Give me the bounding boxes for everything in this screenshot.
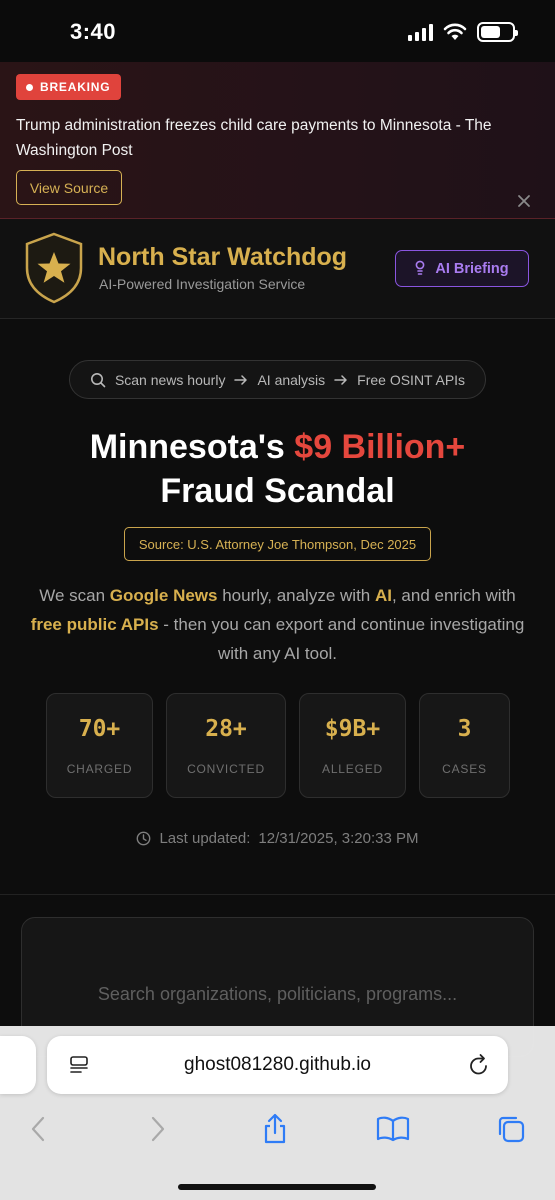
brand-subtitle: AI-Powered Investigation Service xyxy=(99,276,306,292)
share-icon xyxy=(264,1113,286,1144)
previous-tab[interactable] xyxy=(0,1036,36,1094)
shield-star-logo-icon xyxy=(25,232,83,304)
desc-highlight: AI xyxy=(374,586,392,605)
desc-text: - then you can export and continue inves… xyxy=(158,615,525,663)
reload-icon[interactable] xyxy=(468,1053,490,1077)
stat-label: CONVICTED xyxy=(187,762,265,776)
bookmarks-button[interactable] xyxy=(373,1111,413,1147)
status-icons xyxy=(408,22,518,42)
hero-title-end: Fraud Scandal xyxy=(160,472,395,510)
wifi-icon xyxy=(443,23,467,40)
stat-label: ALLEGED xyxy=(322,762,383,776)
brand-title[interactable]: North Star Watchdog xyxy=(98,243,347,272)
hero-title: Minnesota's $9 Billion+ Fraud Scandal xyxy=(0,425,555,513)
live-dot-icon xyxy=(26,83,33,91)
search-icon xyxy=(90,372,106,387)
hero-description: We scan Google News hourly, analyze with… xyxy=(16,581,539,668)
share-button[interactable] xyxy=(255,1111,295,1147)
desc-highlight: free public APIs xyxy=(30,615,159,634)
stat-value: 70+ xyxy=(78,716,121,742)
tabs-button[interactable] xyxy=(491,1111,531,1147)
stat-card-charged: 70+ CHARGED xyxy=(46,693,153,798)
ai-briefing-button[interactable]: AI Briefing xyxy=(395,250,529,287)
breaking-headline[interactable]: Trump administration freezes child care … xyxy=(16,113,506,163)
chevron-right-icon xyxy=(151,1116,165,1142)
stat-card-convicted: 28+ CONVICTED xyxy=(166,693,286,798)
browser-toolbar: ghost081280.github.io xyxy=(0,1026,555,1200)
pipeline-pill: Scan news hourly AI analysis Free OSINT … xyxy=(69,360,486,399)
pipeline-step-2: AI analysis xyxy=(257,371,326,388)
clock-icon xyxy=(137,831,151,846)
forward-button[interactable] xyxy=(138,1111,178,1147)
book-icon xyxy=(376,1116,410,1142)
pipeline-step-1: Scan news hourly xyxy=(114,371,226,388)
stat-value: 3 xyxy=(457,716,472,742)
chevron-left-icon xyxy=(31,1116,45,1142)
last-updated: Last updated: 12/31/2025, 3:20:33 PM xyxy=(0,830,555,847)
close-icon[interactable] xyxy=(513,190,535,212)
desc-text: We scan xyxy=(39,586,110,605)
stat-value: $9B+ xyxy=(324,716,381,742)
hero-title-amount: $9 Billion+ xyxy=(294,428,466,466)
cellular-signal-icon xyxy=(408,23,433,41)
stat-label: CASES xyxy=(442,762,487,776)
battery-icon xyxy=(477,22,518,42)
hero-section: Scan news hourly AI analysis Free OSINT … xyxy=(0,320,555,895)
back-button[interactable] xyxy=(18,1111,58,1147)
arrow-right-icon xyxy=(334,374,347,385)
url-text[interactable]: ghost081280.github.io xyxy=(47,1054,508,1076)
arrow-right-icon xyxy=(234,374,248,385)
breaking-badge-label: BREAKING xyxy=(40,80,111,94)
stat-value: 28+ xyxy=(205,716,247,742)
stats-row: 70+ CHARGED 28+ CONVICTED $9B+ ALLEGED 3… xyxy=(46,693,510,798)
desc-text: hourly, analyze with xyxy=(217,586,375,605)
stat-card-alleged: $9B+ ALLEGED xyxy=(299,693,406,798)
status-bar: 3:40 xyxy=(0,0,555,62)
view-source-button[interactable]: View Source xyxy=(16,170,122,205)
tabs-icon xyxy=(498,1116,525,1143)
breaking-banner: BREAKING Trump administration freezes ch… xyxy=(0,62,555,219)
address-bar[interactable]: ghost081280.github.io xyxy=(47,1036,508,1094)
hero-title-start: Minnesota's xyxy=(89,428,295,466)
breaking-badge: BREAKING xyxy=(16,74,122,100)
status-time: 3:40 xyxy=(70,19,117,44)
desc-highlight: Google News xyxy=(109,586,218,605)
search-placeholder[interactable]: Search organizations, politicians, progr… xyxy=(22,984,533,1005)
site-header: North Star Watchdog AI-Powered Investiga… xyxy=(0,219,555,319)
stat-card-cases: 3 CASES xyxy=(419,693,510,798)
pipeline-step-3: Free OSINT APIs xyxy=(357,371,466,388)
last-updated-label: Last updated: xyxy=(159,830,251,847)
browser-nav-row xyxy=(0,1111,555,1151)
ai-briefing-label: AI Briefing xyxy=(435,260,509,277)
ai-bulb-icon xyxy=(415,260,425,275)
desc-text: , and enrich with xyxy=(391,586,516,605)
last-updated-value: 12/31/2025, 3:20:33 PM xyxy=(258,830,419,847)
stat-label: CHARGED xyxy=(66,762,133,776)
source-tag: Source: U.S. Attorney Joe Thompson, Dec … xyxy=(124,527,431,561)
home-indicator xyxy=(178,1184,376,1190)
